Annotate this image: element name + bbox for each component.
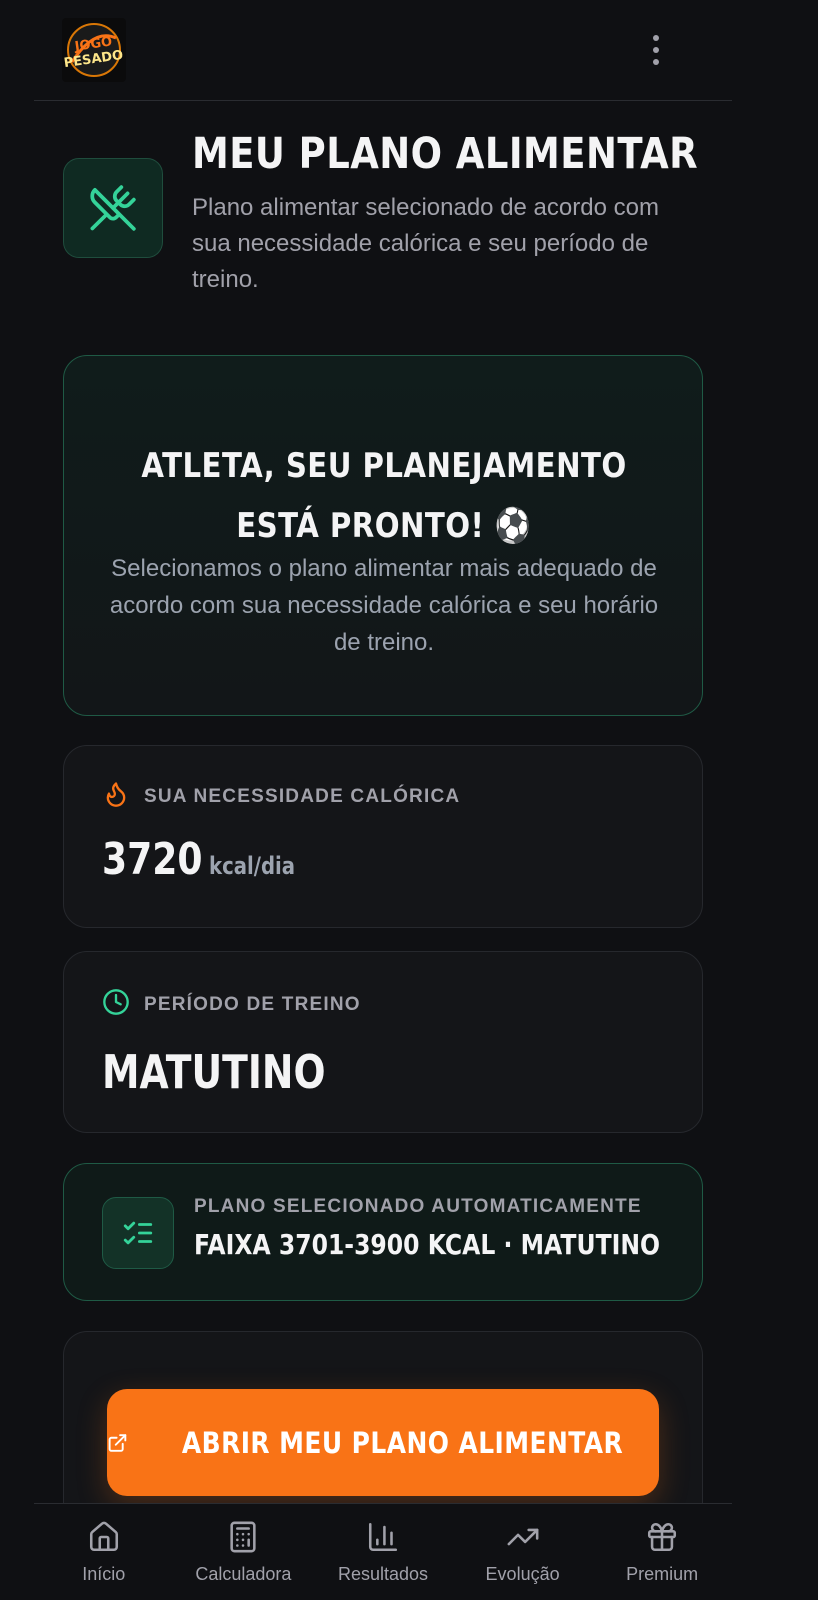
gift-icon [648,1522,677,1552]
calculator-icon [230,1521,256,1553]
nav-item-resultados[interactable]: Resultados [313,1504,453,1600]
bottom-nav: Início Calculadora Resultados Evolução P… [34,1503,732,1600]
training-period-card: PERÍODO DE TREINO MATUTINO [63,951,703,1133]
nav-item-premium[interactable]: Premium [592,1504,732,1600]
nav-label-resultados: Resultados [337,1564,429,1584]
calorie-unit: kcal/dia [208,852,296,880]
page-title: MEU PLANO ALIMENTAR [192,129,699,179]
external-link-icon [108,1433,127,1452]
calorie-need-label: SUA NECESSIDADE CALÓRICA [144,786,461,807]
bar-chart-icon [368,1522,398,1552]
calorie-need-card: SUA NECESSIDADE CALÓRICA 3720 kcal/dia [63,745,703,928]
nav-label-evolucao: Evolução [485,1564,560,1584]
trending-up-icon [507,1528,539,1546]
nav-item-calculadora[interactable]: Calculadora [174,1504,314,1600]
nav-label-inicio: Início [82,1564,126,1584]
selected-plan-card: PLANO SELECIONADO AUTOMATICAMENTE FAIXA … [63,1163,703,1301]
nav-label-calculadora: Calculadora [195,1564,292,1584]
ready-banner-title-line1: ATLETA, SEU PLANEJAMENTO [141,446,627,486]
ready-banner-body: Selecionamos o plano alimentar mais adeq… [109,555,659,656]
nav-item-evolucao[interactable]: Evolução [453,1504,593,1600]
selected-plan-label: PLANO SELECIONADO AUTOMATICAMENTE [194,1196,642,1217]
nav-item-inicio[interactable]: Início [34,1504,174,1600]
app-logo[interactable]: JOGO PESADO [62,18,126,82]
top-bar: JOGO PESADO [34,0,732,101]
utensils-crossed-icon [63,158,163,258]
home-icon [89,1521,118,1552]
app-root: JOGO PESADO MEU PLANO ALIMENTAR Plano al… [0,0,818,1600]
page-subtitle: Plano alimentar selecionado de acordo co… [192,194,659,293]
calorie-need-value: 3720 kcal/dia [102,832,295,894]
training-period-label: PERÍODO DE TREINO [144,994,361,1015]
more-options-button[interactable] [644,28,668,72]
more-vertical-icon [653,35,659,41]
list-checks-icon [102,1197,174,1269]
open-meal-plan-button[interactable]: ABRIR MEU PLANO ALIMENTAR [107,1389,659,1496]
logo-graphic: JOGO PESADO [63,23,124,77]
selected-plan-value: FAIXA 3701-3900 KCAL · MATUTINO [194,1228,661,1261]
nav-label-premium: Premium [626,1564,699,1584]
open-meal-plan-label: ABRIR MEU PLANO ALIMENTAR [181,1425,624,1460]
calorie-number: 3720 [102,834,203,885]
ready-banner-card: ATLETA, SEU PLANEJAMENTO ESTÁ PRONTO! ⚽ … [63,355,703,716]
training-period-value: MATUTINO [102,1045,326,1099]
flame-icon [106,782,126,807]
ready-banner-title: ATLETA, SEU PLANEJAMENTO ESTÁ PRONTO! ⚽ [64,436,704,556]
clock-icon [103,989,129,1015]
ready-banner-title-line2: ESTÁ PRONTO! ⚽ [236,506,532,546]
